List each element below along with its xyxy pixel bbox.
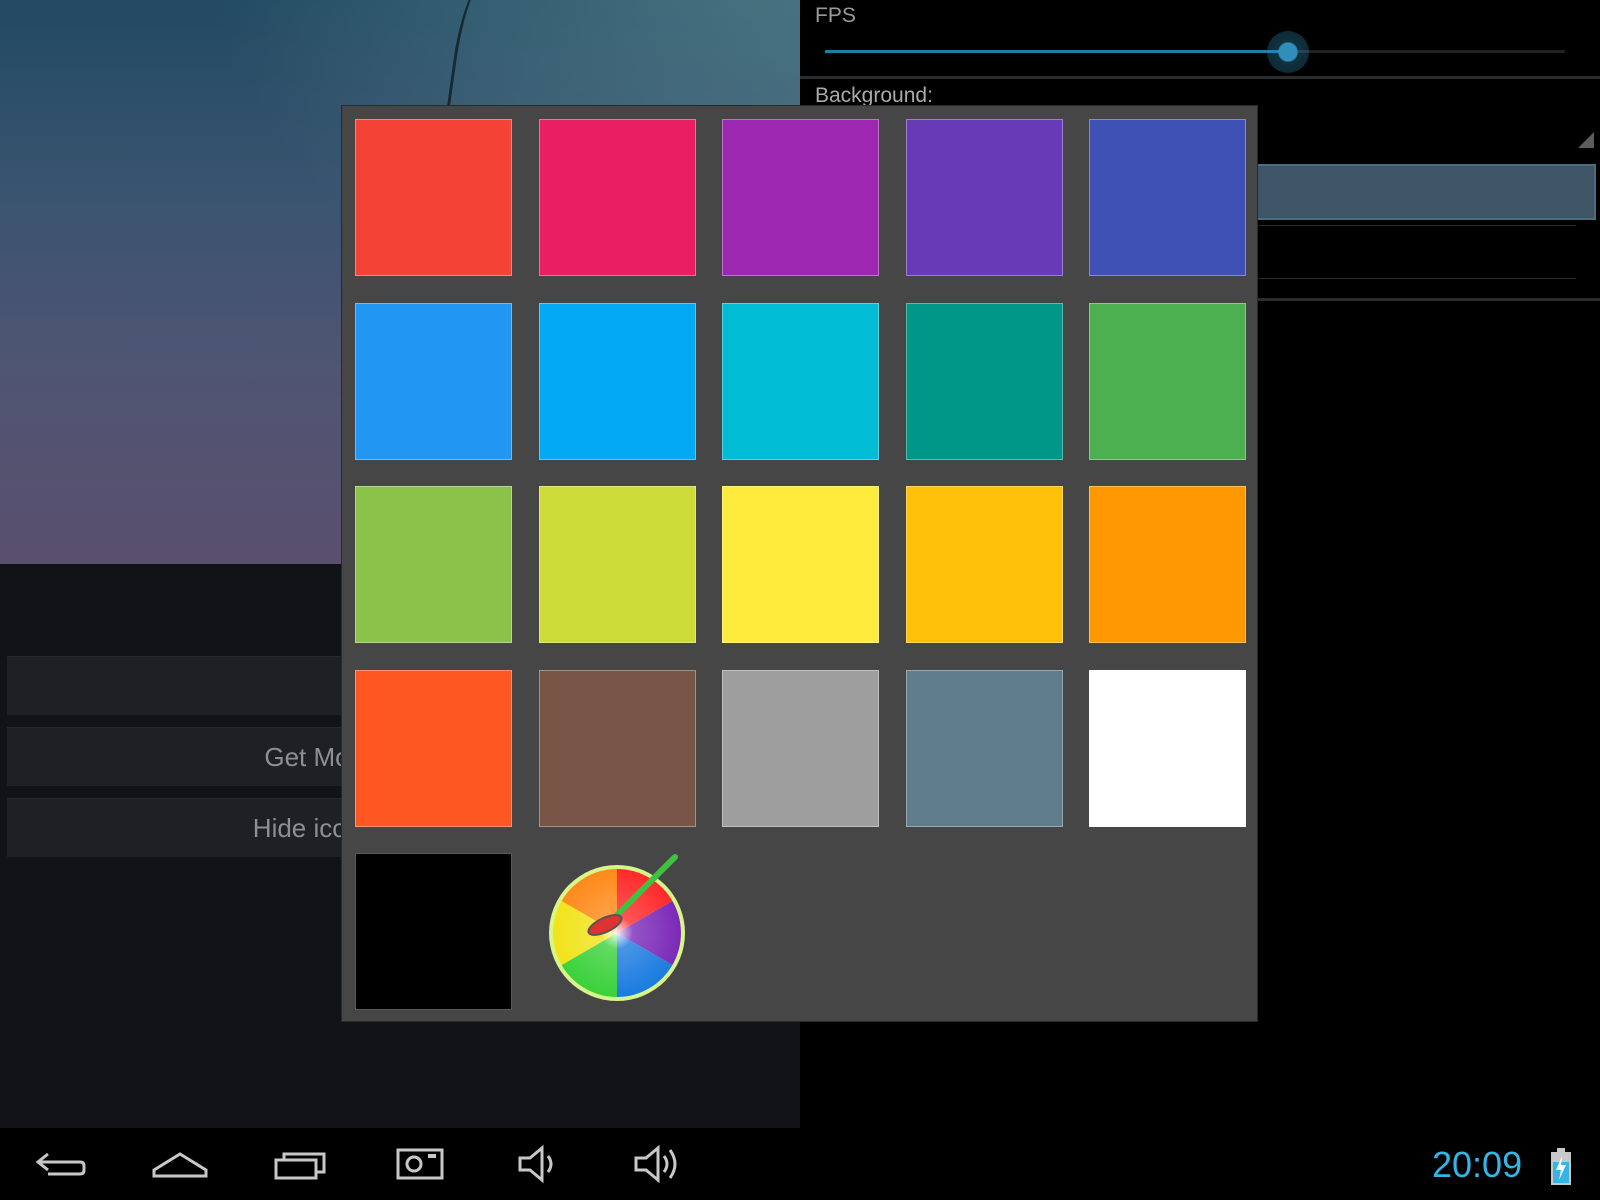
status-clock: 20:09 bbox=[1432, 1144, 1523, 1185]
background-spinner-indicator[interactable] bbox=[1578, 132, 1594, 148]
color-swatch[interactable] bbox=[905, 302, 1063, 460]
recent-apps-icon[interactable] bbox=[268, 1140, 332, 1188]
color-wheel-brush-icon bbox=[548, 854, 685, 1001]
color-swatch[interactable] bbox=[538, 486, 696, 643]
color-swatch[interactable] bbox=[355, 302, 512, 460]
navigation-bar bbox=[0, 1128, 1600, 1200]
color-swatch[interactable] bbox=[1089, 669, 1246, 827]
color-swatch[interactable] bbox=[722, 119, 879, 276]
fps-slider[interactable] bbox=[825, 31, 1565, 73]
divider bbox=[800, 76, 1600, 79]
color-wheel-brush-icon[interactable] bbox=[539, 853, 696, 1010]
color-swatch[interactable] bbox=[722, 302, 879, 460]
color-swatch[interactable] bbox=[538, 302, 696, 460]
back-icon[interactable] bbox=[28, 1140, 92, 1188]
color-swatch[interactable] bbox=[905, 486, 1063, 643]
color-swatch[interactable] bbox=[1089, 119, 1246, 276]
color-swatch[interactable] bbox=[355, 119, 512, 276]
background-label: Background: bbox=[815, 84, 933, 107]
color-swatch[interactable] bbox=[355, 486, 512, 643]
background-color-bar[interactable] bbox=[1256, 164, 1596, 220]
color-swatch[interactable] bbox=[355, 853, 512, 1010]
wallpaper-streak bbox=[445, 0, 498, 122]
color-swatch[interactable] bbox=[722, 486, 879, 643]
home-icon[interactable] bbox=[148, 1140, 212, 1188]
color-swatch[interactable] bbox=[722, 669, 879, 827]
divider bbox=[1256, 278, 1576, 279]
color-swatch[interactable] bbox=[538, 669, 696, 827]
color-swatch[interactable] bbox=[905, 119, 1063, 276]
volume-down-icon[interactable] bbox=[508, 1140, 572, 1188]
color-picker-dialog bbox=[342, 106, 1257, 1021]
divider bbox=[1256, 225, 1576, 226]
color-swatch[interactable] bbox=[1089, 302, 1246, 460]
get-more-label: Get Mo bbox=[264, 742, 350, 772]
screenshot-icon[interactable] bbox=[388, 1140, 452, 1188]
color-swatch[interactable] bbox=[538, 119, 696, 276]
fps-slider-fill bbox=[825, 50, 1288, 53]
fps-slider-thumb[interactable] bbox=[1266, 31, 1309, 73]
color-swatch[interactable] bbox=[355, 669, 512, 827]
color-swatch[interactable] bbox=[905, 669, 1063, 827]
color-swatch[interactable] bbox=[1089, 486, 1246, 643]
volume-up-icon[interactable] bbox=[628, 1140, 692, 1188]
fps-label: FPS bbox=[815, 4, 856, 27]
battery-charging-icon bbox=[1551, 1148, 1571, 1185]
